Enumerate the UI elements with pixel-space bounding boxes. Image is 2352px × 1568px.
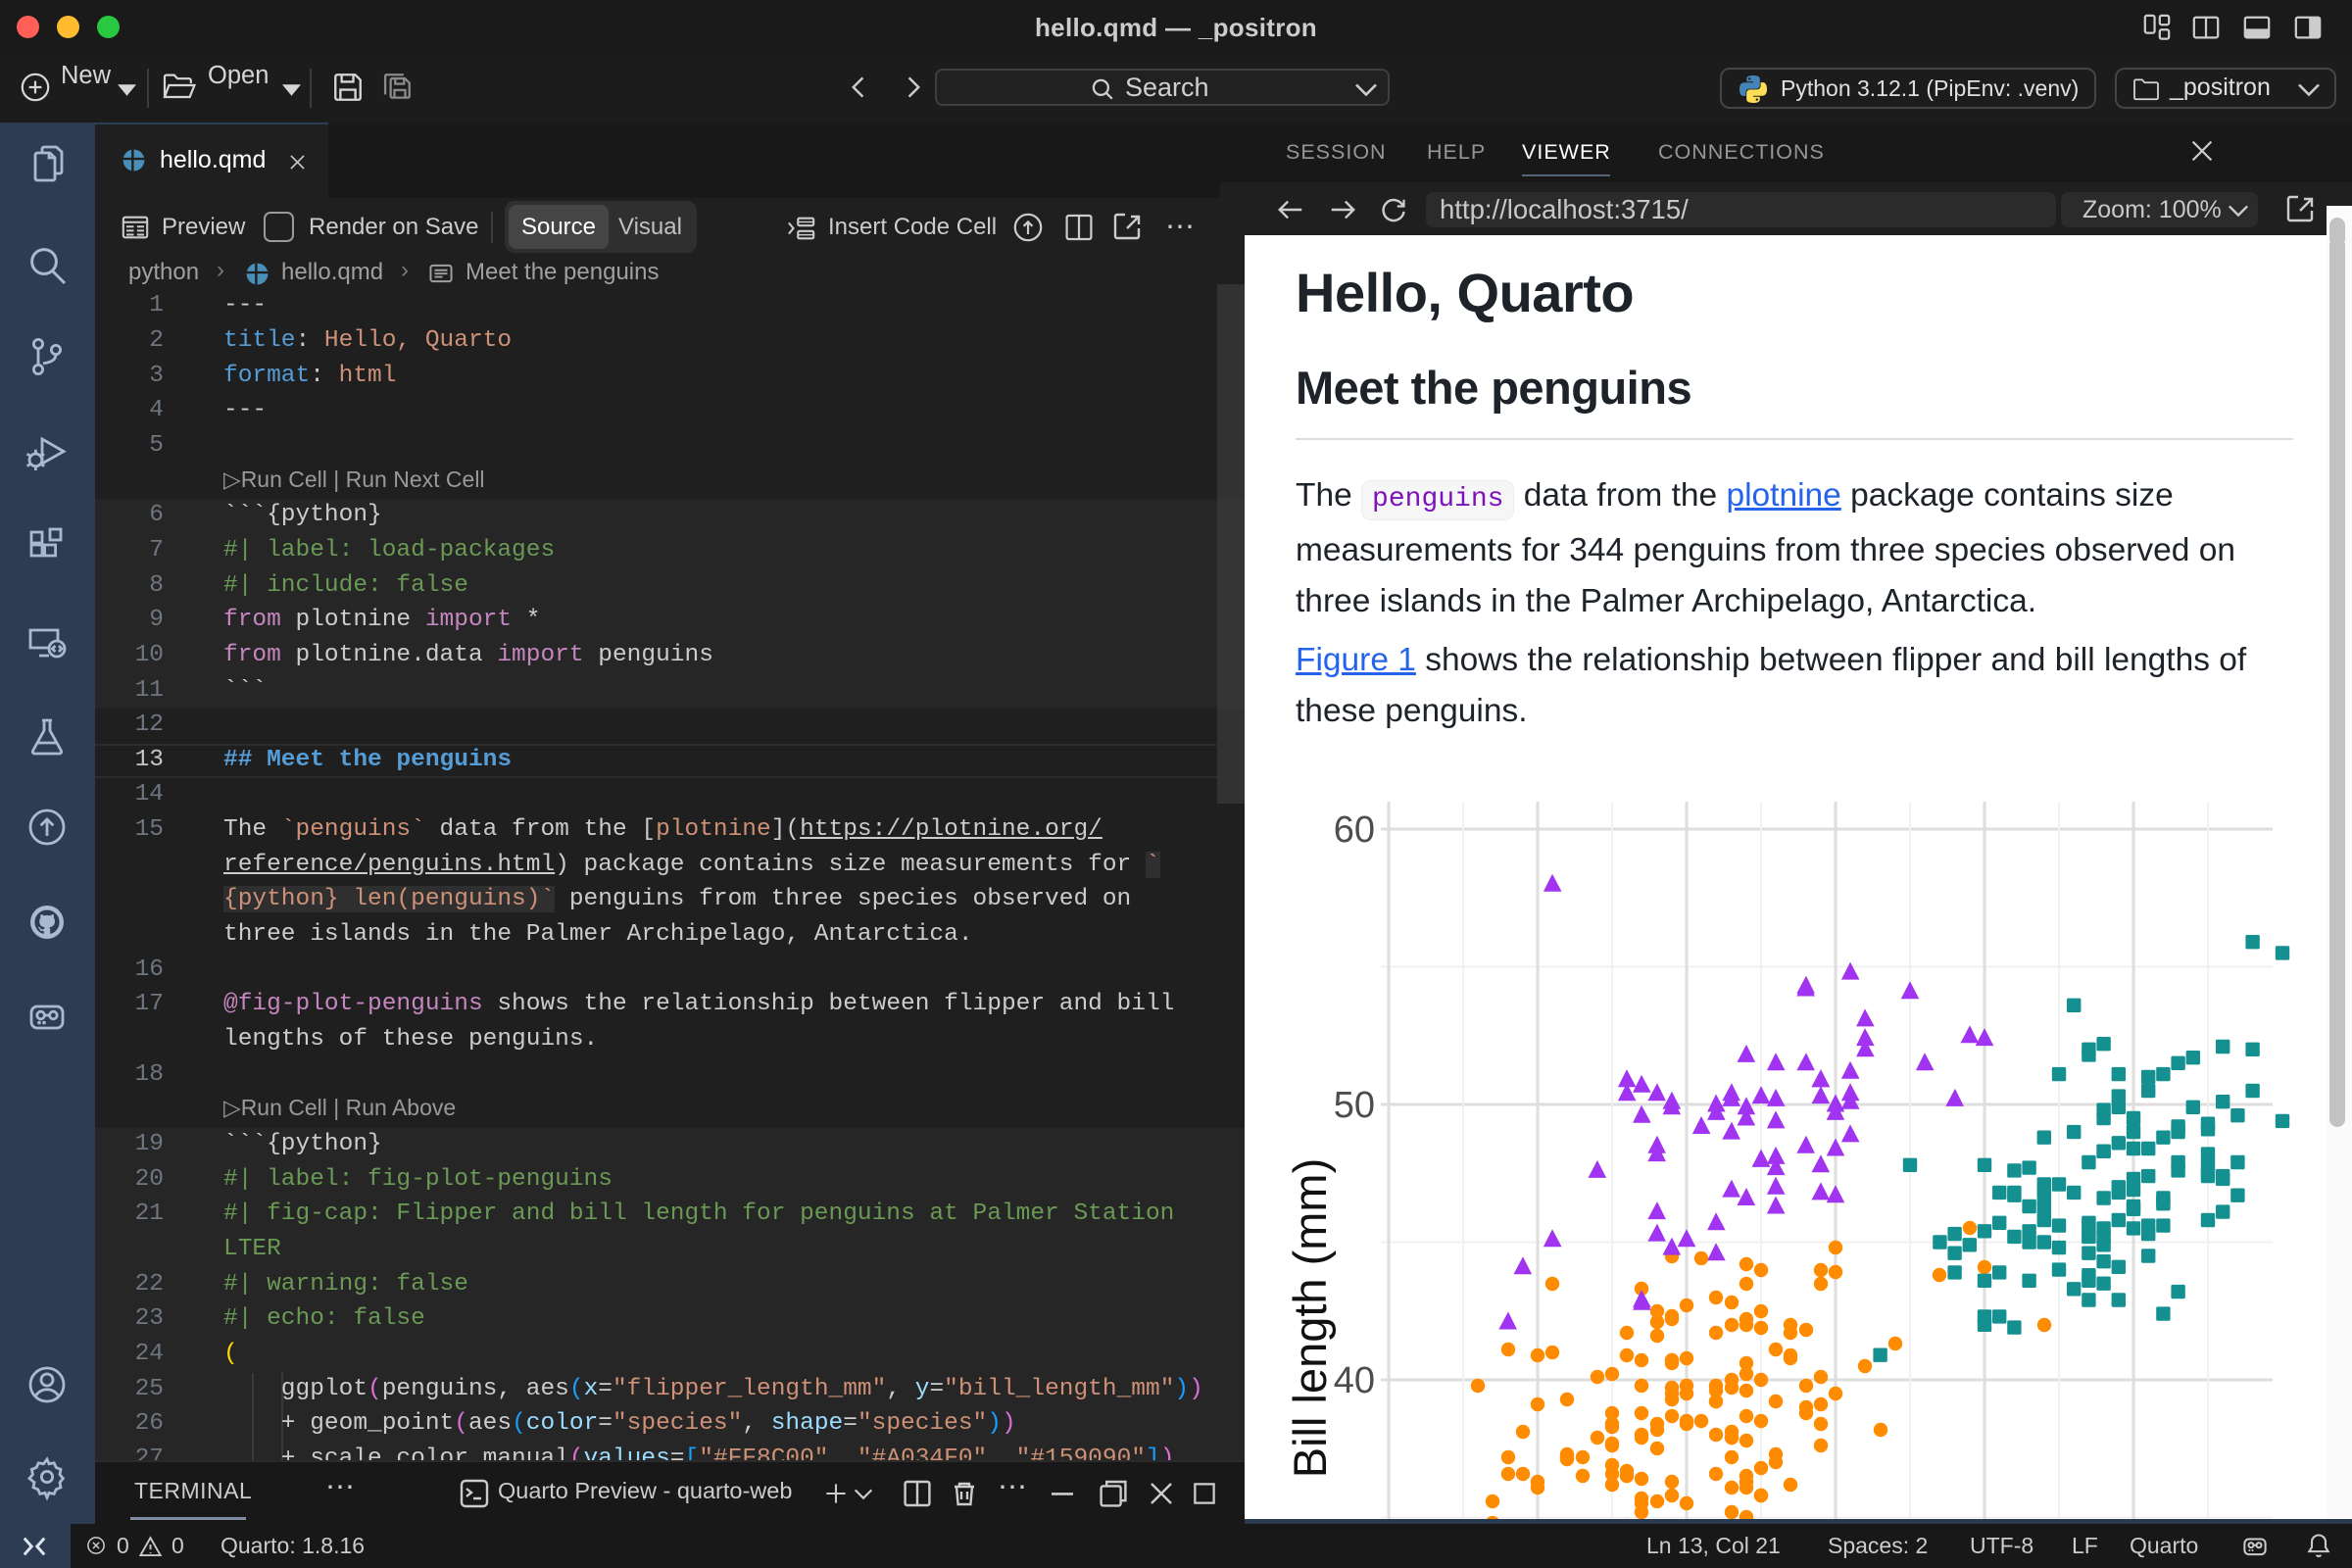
svg-text:40: 40 bbox=[1334, 1360, 1375, 1401]
svg-text:Bill length (mm): Bill length (mm) bbox=[1284, 1158, 1336, 1478]
svg-text:50: 50 bbox=[1334, 1085, 1375, 1126]
svg-text:60: 60 bbox=[1334, 809, 1375, 851]
